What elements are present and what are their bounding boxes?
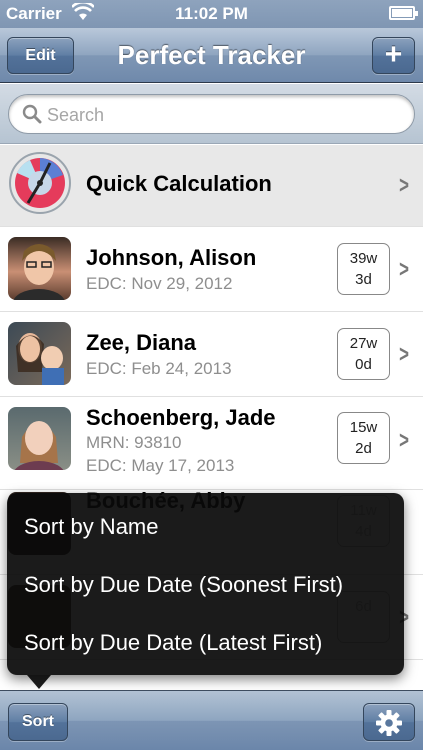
- patient-row[interactable]: Schoenberg, Jade MRN: 93810 EDC: May 17,…: [0, 397, 423, 490]
- patient-row[interactable]: Zee, Diana EDC: Feb 24, 2013 27w 0d >: [0, 312, 423, 397]
- patient-edc: EDC: May 17, 2013: [86, 456, 235, 475]
- ga-weeks: 15w: [349, 419, 378, 436]
- search-bar: [0, 84, 423, 144]
- clock: 11:02 PM: [175, 4, 248, 23]
- chevron-right-icon: >: [399, 341, 409, 368]
- search-input[interactable]: [47, 102, 387, 128]
- page-title: Perfect Tracker: [117, 40, 306, 70]
- battery-icon: [389, 6, 418, 20]
- chevron-right-icon: >: [399, 172, 409, 199]
- patient-name: Schoenberg, Jade: [86, 405, 276, 430]
- patient-name: Johnson, Alison: [86, 245, 257, 270]
- sort-by-due-date-soonest-option[interactable]: Sort by Due Date (Soonest First): [24, 572, 343, 598]
- chevron-right-icon: >: [399, 256, 409, 283]
- gestational-age-badge: 15w 2d: [337, 412, 390, 464]
- quick-calculation-label: Quick Calculation: [86, 171, 272, 196]
- patient-edc: EDC: Feb 24, 2013: [86, 359, 232, 378]
- patient-name: Zee, Diana: [86, 330, 197, 355]
- sort-menu: Sort by Name Sort by Due Date (Soonest F…: [7, 493, 404, 689]
- sort-by-name-option[interactable]: Sort by Name: [24, 514, 159, 540]
- pregnancy-wheel-icon: [8, 151, 72, 215]
- ga-days: 3d: [355, 271, 372, 288]
- sort-button[interactable]: Sort: [8, 703, 68, 741]
- quick-calculation-row[interactable]: Quick Calculation >: [0, 145, 423, 227]
- gestational-age-badge: 39w 3d: [337, 243, 390, 295]
- gear-icon: [375, 710, 403, 741]
- patient-avatar: [8, 407, 71, 470]
- chevron-right-icon: >: [399, 427, 409, 454]
- ga-days: 2d: [355, 440, 372, 457]
- status-bar: Carrier 11:02 PM: [0, 0, 423, 28]
- patient-mrn: MRN: 93810: [86, 433, 182, 452]
- patient-avatar: [8, 237, 71, 300]
- ga-weeks: 39w: [349, 250, 378, 267]
- gestational-age-badge: 27w 0d: [337, 328, 390, 380]
- ga-weeks: 27w: [349, 335, 378, 352]
- edit-button[interactable]: Edit: [7, 37, 74, 74]
- search-icon: [22, 104, 42, 129]
- settings-button[interactable]: [363, 703, 415, 741]
- patient-edc: EDC: Nov 29, 2012: [86, 274, 233, 293]
- sort-by-due-date-latest-option[interactable]: Sort by Due Date (Latest First): [24, 630, 322, 656]
- patient-row[interactable]: Johnson, Alison EDC: Nov 29, 2012 39w 3d…: [0, 227, 423, 312]
- bottom-toolbar: Sort: [0, 690, 423, 750]
- search-field[interactable]: [8, 94, 415, 134]
- add-patient-button[interactable]: +: [372, 37, 415, 74]
- ga-days: 0d: [355, 356, 372, 373]
- navigation-bar: Edit Perfect Tracker +: [0, 28, 423, 83]
- patient-avatar: [8, 322, 71, 385]
